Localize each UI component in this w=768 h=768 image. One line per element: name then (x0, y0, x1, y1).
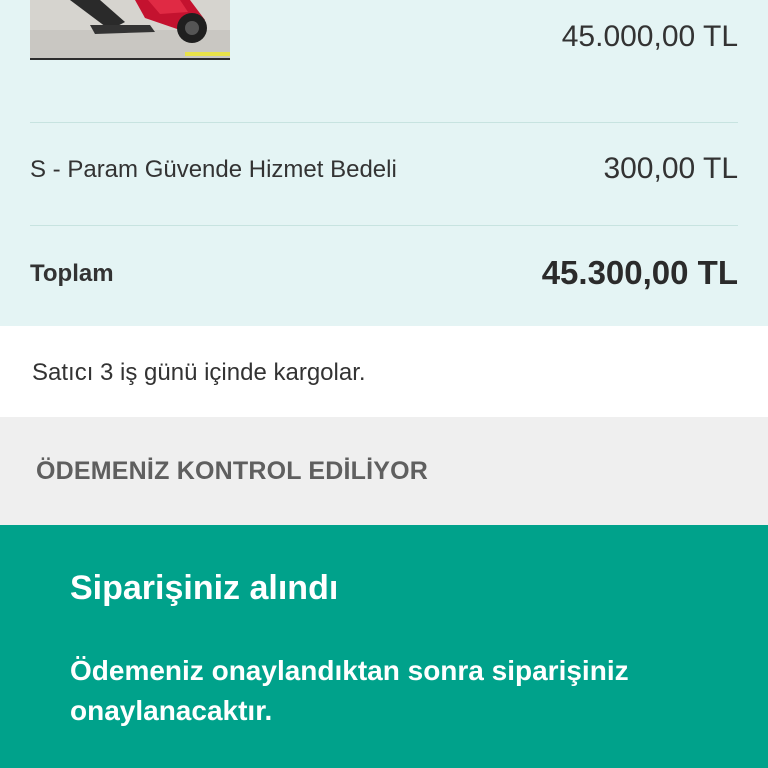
shipping-note: Satıcı 3 iş günü içinde kargolar. (32, 359, 366, 386)
order-received-banner: Siparişiniz alındı Ödemeniz onaylandıkta… (0, 525, 768, 768)
order-confirmation-page: 45.000,00 TL S - Param Güvende Hizmet Be… (0, 0, 768, 768)
divider (30, 225, 738, 226)
order-received-title: Siparişiniz alındı (70, 569, 339, 607)
order-summary: 45.000,00 TL S - Param Güvende Hizmet Be… (0, 0, 768, 326)
total-label: Toplam (30, 260, 114, 287)
product-price: 45.000,00 TL (561, 20, 738, 53)
scooter-image (30, 0, 230, 58)
product-thumbnail[interactable] (30, 0, 230, 60)
order-received-message: Ödemeniz onaylandıktan sonra siparişiniz… (70, 655, 629, 726)
payment-status-title: ÖDEMENİZ KONTROL EDİLİYOR (36, 457, 429, 485)
shipping-info: Satıcı 3 iş günü içinde kargolar. (0, 326, 768, 417)
divider (30, 122, 738, 123)
payment-status-bar: ÖDEMENİZ KONTROL EDİLİYOR (0, 417, 768, 525)
service-fee-label: S - Param Güvende Hizmet Bedeli (30, 156, 397, 183)
total-value: 45.300,00 TL (541, 254, 738, 291)
service-fee-value: 300,00 TL (603, 152, 738, 185)
